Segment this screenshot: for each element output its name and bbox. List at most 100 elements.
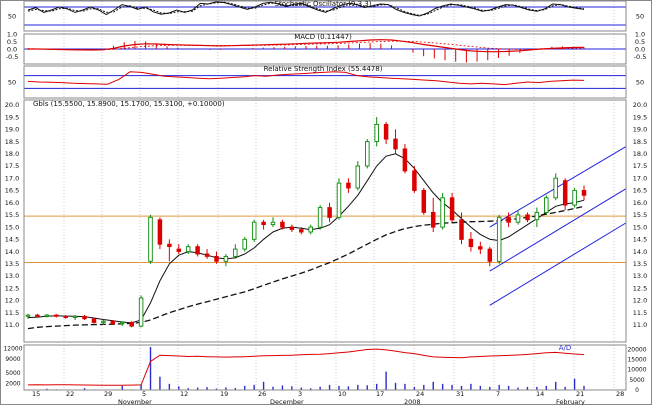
x-tick-label: 5 — [142, 390, 146, 398]
candle-body — [365, 141, 370, 167]
candle-body — [251, 221, 257, 240]
candle-body — [44, 314, 50, 317]
x-month-label: 2008 — [404, 398, 421, 405]
candle-body — [355, 165, 361, 189]
candle-body — [167, 243, 172, 248]
price-tick-label-right: 17.5 — [633, 162, 647, 170]
candle-body — [534, 211, 540, 221]
rsi-tick-label-right: 50 — [636, 79, 644, 87]
volume-tick-label-left: 5000 — [5, 370, 20, 377]
price-tick-label: 17.5 — [5, 162, 19, 170]
volume-tick-label-right: 20000 — [627, 346, 646, 353]
candle-body — [487, 248, 493, 262]
candle-body — [289, 226, 295, 230]
candle-body — [515, 214, 521, 223]
x-tick-label: 19 — [220, 390, 228, 398]
price-tick-label-right: 13.5 — [633, 260, 647, 268]
volume-tick-label-right: 10000 — [627, 367, 646, 374]
x-tick-label: 28 — [616, 390, 624, 398]
price-tick-label-right: 14.0 — [633, 248, 647, 256]
price-tick-label-right: 11.0 — [633, 321, 647, 329]
x-tick-label: 22 — [66, 390, 74, 398]
candle-body — [35, 314, 40, 317]
candle-body — [327, 207, 332, 218]
rsi-title: Relative Strength Index (55.4478) — [264, 65, 383, 73]
candle-body — [440, 197, 445, 228]
candle-body — [468, 238, 474, 248]
x-tick-label: 15 — [32, 390, 40, 398]
candle-body — [82, 315, 87, 320]
price-tick-label-right: 11.5 — [633, 309, 647, 317]
volume-tick-label-right: 5000 — [629, 377, 644, 384]
x-tick-label: 21 — [576, 390, 584, 398]
candle-body — [261, 221, 266, 226]
candle-body — [572, 189, 577, 206]
candle-body — [317, 207, 323, 228]
candle-body — [185, 246, 191, 253]
price-tick-label-right: 18.5 — [633, 138, 647, 146]
price-tick-label-right: 19.5 — [633, 113, 647, 121]
x-tick-label: 7 — [496, 390, 500, 398]
volume-tick-label-left: 12000 — [3, 346, 22, 353]
candle-body — [280, 221, 285, 228]
price-tick-label: 12.0 — [5, 297, 19, 305]
rsi-tick-label: 50 — [8, 79, 16, 87]
candle-body — [54, 314, 59, 317]
price-tick-label: 20.0 — [5, 101, 19, 109]
candle-body — [393, 138, 398, 150]
macd-title: MACD (0.11447) — [294, 33, 352, 41]
stock-chart: Stochastic Oscillator (9,3,3) MACD (0.11… — [0, 0, 652, 405]
candle-body — [430, 211, 436, 228]
candle-body — [242, 238, 247, 250]
price-tick-label-right: 15.5 — [633, 211, 647, 219]
candle-body — [176, 248, 182, 252]
x-month-label: November — [118, 398, 152, 405]
price-tick-label: 11.5 — [5, 309, 19, 317]
x-tick-label: 14 — [536, 390, 544, 398]
candle-body — [214, 255, 219, 262]
candle-body — [412, 170, 417, 191]
price-tick-label-right: 14.5 — [633, 236, 647, 244]
price-tick-label: 14.5 — [5, 236, 19, 244]
price-tick-label: 19.5 — [5, 113, 19, 121]
x-tick-label: 24 — [416, 390, 424, 398]
price-tick-label: 18.5 — [5, 138, 19, 146]
stochastic-title: Stochastic Oscillator (9,3,3) — [275, 0, 372, 8]
volume-tick-label-left: 9000 — [5, 356, 20, 363]
candle-body — [581, 189, 587, 196]
x-tick-label: 10 — [338, 390, 346, 398]
x-tick-label: 12 — [180, 390, 188, 398]
candle-body — [544, 197, 549, 213]
candle-body — [299, 229, 304, 233]
price-tick-label: 11.0 — [5, 321, 19, 329]
candle-body — [308, 226, 313, 233]
candle-body — [478, 246, 483, 250]
candle-body — [336, 182, 342, 218]
price-tick-label-right: 12.5 — [633, 284, 647, 292]
price-tick-label-right: 15.0 — [633, 223, 647, 231]
macd-tick-label: -0.5 — [6, 53, 19, 61]
volume-indicator-title: A/D — [559, 344, 572, 352]
candle-body — [553, 177, 558, 199]
price-tick-label-right: 13.0 — [633, 272, 647, 280]
price-tick-label-right: 16.5 — [633, 187, 647, 195]
price-tick-label-right: 20.0 — [633, 101, 647, 109]
price-tick-label-right: 12.0 — [633, 297, 647, 305]
chart-background — [0, 0, 652, 405]
candle-body — [63, 315, 68, 318]
candle-body — [496, 216, 502, 262]
candle-body — [223, 255, 229, 262]
price-tick-label: 12.5 — [5, 284, 19, 292]
macd-tick-label-right: -0.5 — [634, 53, 647, 61]
stochastic-tick-label: 50 — [8, 13, 16, 21]
price-tick-label-right: 16.0 — [633, 199, 647, 207]
candle-body — [459, 219, 464, 240]
candle-body — [195, 246, 200, 255]
x-tick-label: 31 — [456, 390, 464, 398]
candle-body — [138, 297, 144, 327]
candle-body — [562, 180, 568, 206]
price-tick-label-right: 17.0 — [633, 174, 647, 182]
candle-body — [204, 253, 210, 257]
volume-tick-label-right: 0 — [635, 387, 639, 394]
price-tick-label: 15.5 — [5, 211, 19, 219]
